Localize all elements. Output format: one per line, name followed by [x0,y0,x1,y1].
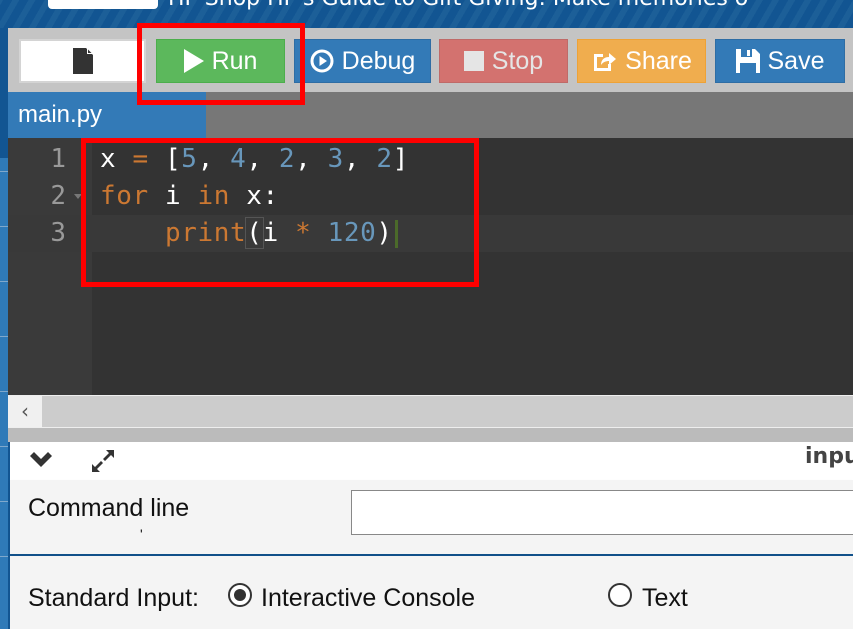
horizontal-scrollbar[interactable]: ‹ [8,395,853,428]
standard-input-row: Standard Input: Interactive Console Text [10,556,853,629]
share-icon [591,49,617,73]
io-panel-header: input [10,442,853,480]
chevron-down-icon[interactable] [28,450,54,475]
scroll-left-arrow-icon[interactable]: ‹ [8,396,42,427]
left-sidebar-strip [0,28,8,629]
text-cursor [394,219,398,248]
code-text: x = [5, 4, 2, 3, 2] [100,144,409,174]
code-line-3[interactable]: 3 print(i * 120) [8,215,853,252]
save-label: Save [767,46,825,75]
browser-header-banner: HP Shop HP's Guide to Gift Giving: Make … [0,0,853,28]
stop-label: Stop [491,46,544,75]
run-label: Run [211,46,258,75]
fold-arrow-icon[interactable] [74,194,82,199]
line-number: 2 [50,181,66,211]
interactive-console-label[interactable]: Interactive Console [261,584,475,613]
panel-resize-divider[interactable] [8,428,853,442]
code-text: print(i * 120) [100,215,398,252]
file-menu-button[interactable] [19,39,146,83]
stop-button[interactable]: Stop [439,39,568,83]
interactive-console-radio[interactable] [228,583,252,607]
tab-main-py[interactable]: main.py [8,92,206,138]
run-button[interactable]: Run [156,39,285,83]
line-number: 3 [50,218,66,248]
play-circle-icon [310,49,334,73]
code-line-1[interactable]: 1 x = [5, 4, 2, 3, 2] [8,141,853,178]
stop-icon [463,51,484,71]
standard-input-label: Standard Input: [28,584,199,612]
command-line-label-continuation: ' [140,526,143,542]
code-text: for i in x: [100,181,279,211]
command-line-arguments-input[interactable] [351,490,853,535]
file-tab-bar: main.py [8,92,853,138]
io-panel-title: input [805,444,853,469]
floppy-disk-icon [735,49,760,73]
text-input-label[interactable]: Text [642,584,688,613]
save-button[interactable]: Save [715,39,845,83]
command-line-label: Command line [28,494,190,522]
debug-label: Debug [341,46,416,75]
line-number: 1 [50,144,66,174]
header-logo[interactable] [48,0,158,9]
play-icon [183,49,204,73]
debug-button[interactable]: Debug [294,39,431,83]
text-input-radio[interactable] [608,583,632,607]
share-button[interactable]: Share [577,39,706,83]
file-icon [72,48,93,74]
code-line-2[interactable]: 2 for i in x: [8,178,853,215]
editor-toolbar: Run Debug Stop Share Save [8,28,853,92]
header-banner-text[interactable]: HP Shop HP's Guide to Gift Giving: Make … [168,0,748,11]
command-line-row: Command line ' [10,480,853,554]
share-label: Share [625,46,692,75]
expand-arrows-icon[interactable] [88,446,118,481]
code-editor[interactable]: 1 x = [5, 4, 2, 3, 2] 2 for i in x: 3 pr… [8,138,853,395]
